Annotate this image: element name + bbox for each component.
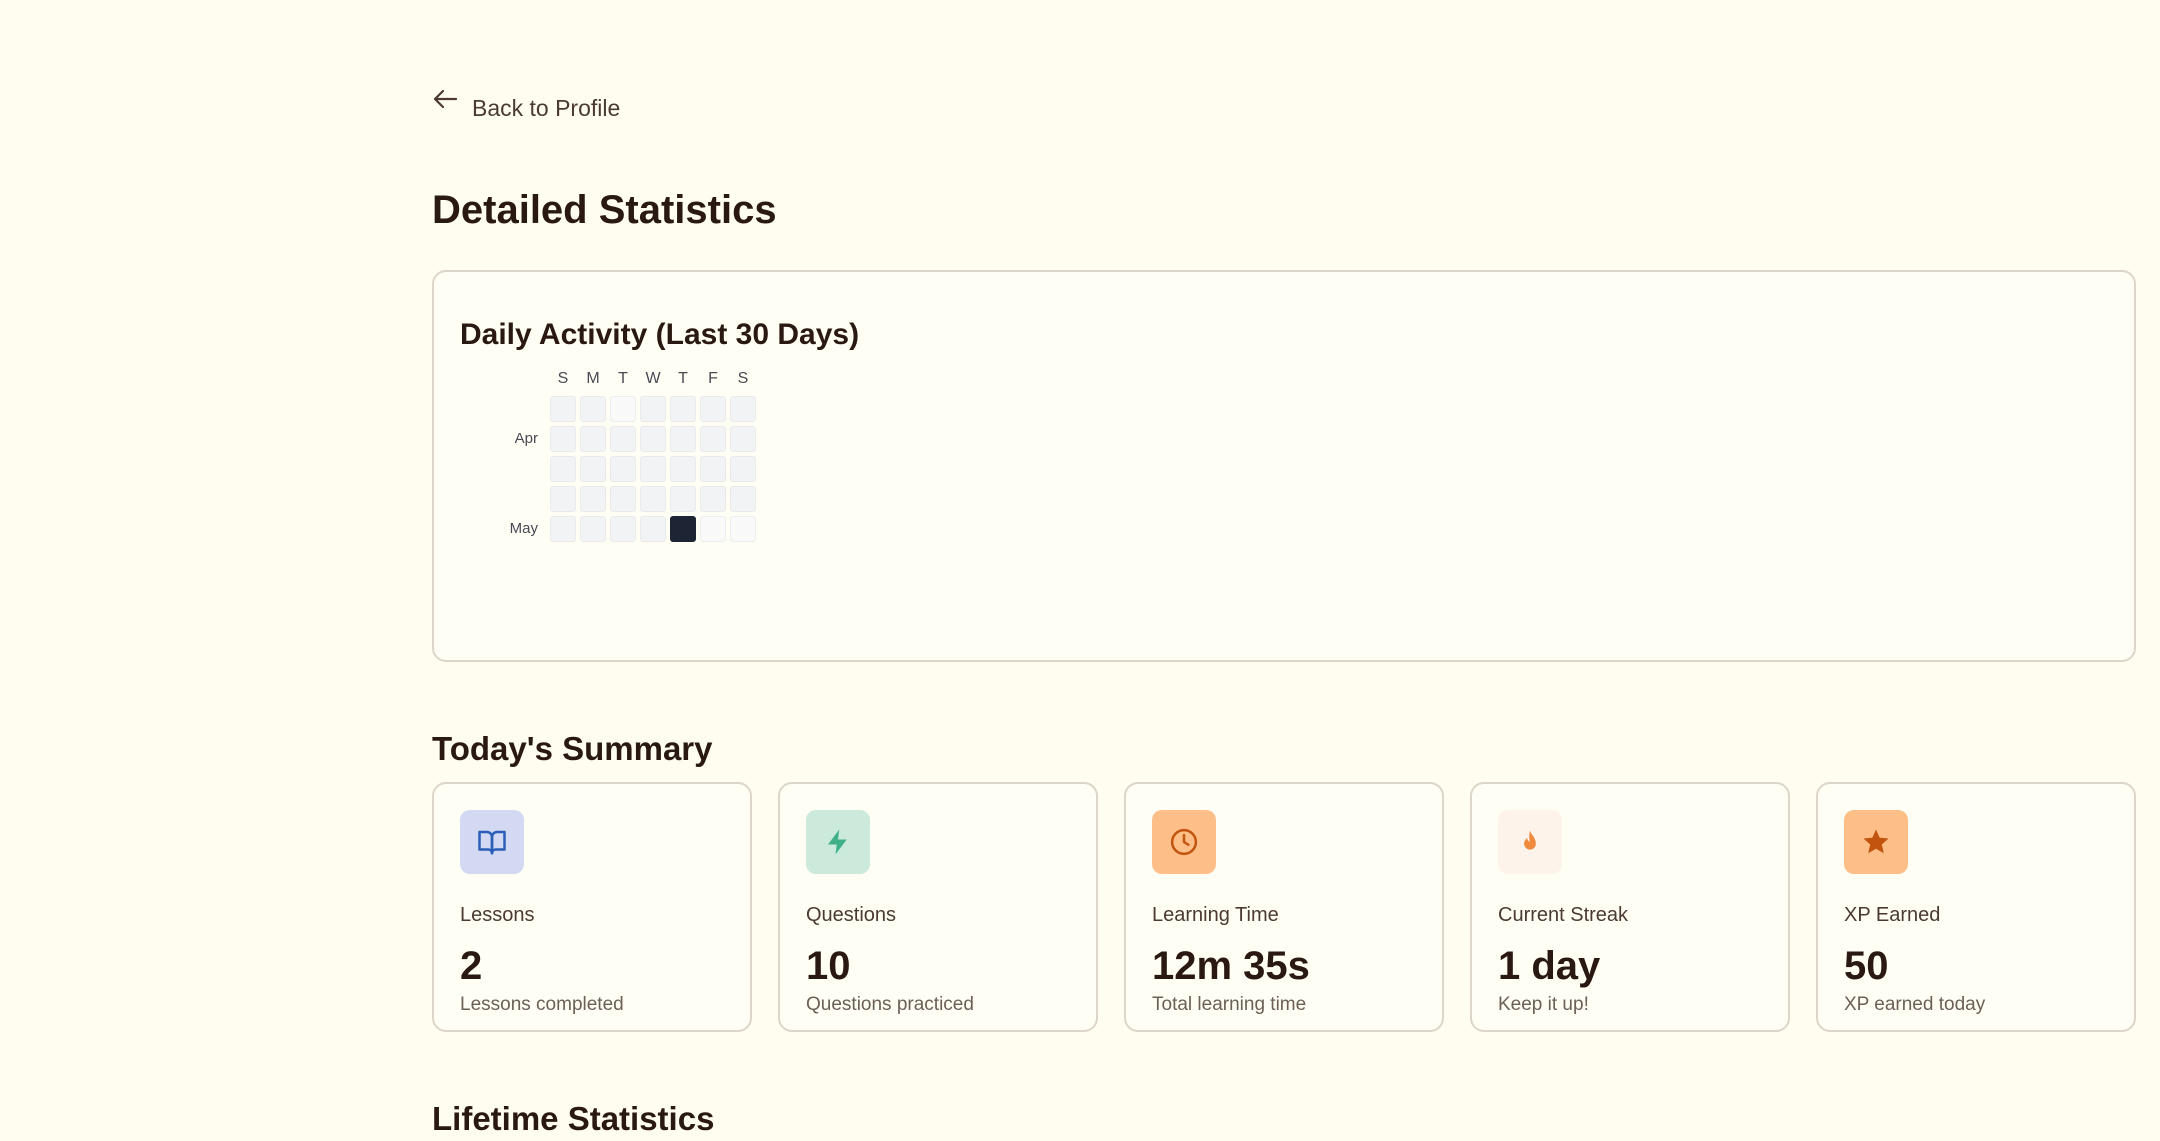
daily-activity-card: Daily Activity (Last 30 Days) S M T W T F S Apr… bbox=[432, 270, 2136, 662]
activity-day-cell[interactable] bbox=[580, 486, 606, 512]
activity-day-cell[interactable] bbox=[730, 486, 756, 512]
questions-label: Questions bbox=[806, 904, 897, 926]
weekday-header: T bbox=[618, 370, 628, 387]
activity-day-cell[interactable] bbox=[730, 516, 756, 542]
activity-day-cell[interactable] bbox=[610, 396, 636, 422]
lifetime-statistics-title: Lifetime Statistics bbox=[432, 1100, 715, 1137]
activity-day-cell[interactable] bbox=[580, 456, 606, 482]
activity-day-cell[interactable] bbox=[730, 426, 756, 452]
lightning-icon bbox=[828, 829, 847, 855]
month-label: May bbox=[509, 520, 538, 537]
weekday-header: S bbox=[737, 370, 749, 387]
weekday-header: T bbox=[678, 370, 688, 387]
activity-day-cell[interactable] bbox=[580, 426, 606, 452]
activity-day-cell[interactable] bbox=[610, 516, 636, 542]
activity-day-cell[interactable] bbox=[700, 516, 726, 542]
learning-time-subtext: Total learning time bbox=[1152, 994, 1307, 1015]
current-streak-card: Current Streak 1 day Keep it up! bbox=[1470, 782, 1790, 1032]
questions-value: 10 bbox=[806, 944, 851, 988]
weekday-header: W bbox=[645, 370, 661, 387]
page-title: Detailed Statistics bbox=[432, 188, 777, 232]
statistics-page: Back to Profile Detailed Statistics Dail… bbox=[0, 0, 2160, 1141]
activity-day-cell[interactable] bbox=[640, 486, 666, 512]
learning-time-value: 12m 35s bbox=[1152, 944, 1310, 988]
lessons-subtext: Lessons completed bbox=[460, 994, 624, 1015]
activity-day-cell[interactable] bbox=[640, 516, 666, 542]
activity-day-cell[interactable] bbox=[670, 396, 696, 422]
lightning-icon-tile bbox=[806, 810, 870, 874]
flame-icon bbox=[1524, 830, 1536, 850]
activity-day-cell[interactable] bbox=[640, 456, 666, 482]
activity-day-cell[interactable] bbox=[700, 396, 726, 422]
star-icon-tile bbox=[1844, 810, 1908, 874]
star-icon bbox=[1863, 829, 1889, 854]
month-label: Apr bbox=[514, 430, 538, 447]
back-to-profile-label: Back to Profile bbox=[472, 95, 621, 121]
weekday-header: M bbox=[586, 370, 600, 387]
weekday-header: S bbox=[557, 370, 569, 387]
clock-icon bbox=[1170, 828, 1198, 856]
book-icon-tile bbox=[460, 810, 524, 874]
activity-day-cell[interactable] bbox=[610, 456, 636, 482]
activity-day-cell[interactable] bbox=[730, 456, 756, 482]
xp-earned-label: XP Earned bbox=[1844, 904, 1941, 926]
activity-day-cell[interactable] bbox=[550, 426, 576, 452]
arrow-left-icon bbox=[432, 88, 458, 122]
activity-day-cell[interactable] bbox=[700, 486, 726, 512]
lessons-card: Lessons 2 Lessons completed bbox=[432, 782, 752, 1032]
xp-earned-value: 50 bbox=[1844, 944, 1889, 988]
activity-day-cell[interactable] bbox=[550, 396, 576, 422]
lessons-value: 2 bbox=[460, 944, 483, 988]
activity-day-cell[interactable] bbox=[640, 396, 666, 422]
activity-day-cell[interactable] bbox=[610, 486, 636, 512]
activity-day-cell[interactable] bbox=[550, 456, 576, 482]
activity-day-cell[interactable] bbox=[550, 516, 576, 542]
back-to-profile-link[interactable]: Back to Profile bbox=[432, 88, 620, 122]
current-streak-label: Current Streak bbox=[1498, 904, 1629, 926]
activity-day-cell[interactable] bbox=[580, 516, 606, 542]
daily-activity-title: Daily Activity (Last 30 Days) bbox=[460, 318, 860, 351]
lessons-label: Lessons bbox=[460, 904, 535, 926]
questions-card: Questions 10 Questions practiced bbox=[778, 782, 1098, 1032]
learning-time-label: Learning Time bbox=[1152, 904, 1279, 926]
activity-day-cell[interactable] bbox=[730, 396, 756, 422]
activity-day-cell[interactable] bbox=[580, 396, 606, 422]
activity-day-cell[interactable] bbox=[700, 456, 726, 482]
weekday-header: F bbox=[708, 370, 718, 387]
activity-day-cell[interactable] bbox=[550, 486, 576, 512]
xp-earned-card: XP Earned 50 XP earned today bbox=[1816, 782, 2136, 1032]
activity-day-cell[interactable] bbox=[610, 426, 636, 452]
activity-day-cell[interactable] bbox=[640, 426, 666, 452]
activity-day-cell[interactable] bbox=[700, 426, 726, 452]
questions-subtext: Questions practiced bbox=[806, 994, 974, 1015]
activity-day-cell[interactable] bbox=[670, 456, 696, 482]
current-streak-subtext: Keep it up! bbox=[1498, 994, 1589, 1015]
activity-day-cell[interactable] bbox=[670, 486, 696, 512]
book-icon bbox=[478, 830, 506, 855]
learning-time-card: Learning Time 12m 35s Total learning tim… bbox=[1124, 782, 1444, 1032]
current-streak-value: 1 day bbox=[1498, 944, 1601, 988]
flame-icon-tile bbox=[1498, 810, 1562, 874]
clock-icon-tile bbox=[1152, 810, 1216, 874]
todays-summary-title: Today's Summary bbox=[432, 730, 713, 767]
xp-earned-subtext: XP earned today bbox=[1844, 994, 1986, 1015]
activity-day-cell[interactable] bbox=[670, 516, 696, 542]
activity-day-cell[interactable] bbox=[670, 426, 696, 452]
